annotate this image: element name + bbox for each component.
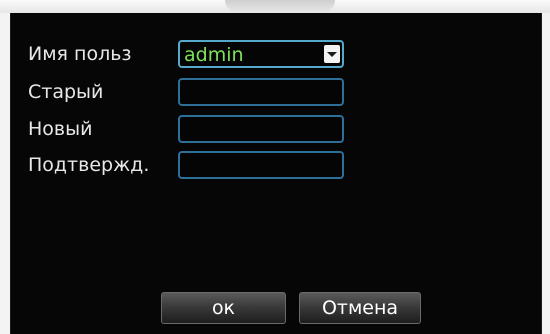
confirm-password-label: Подтвержд. [28,154,150,176]
dropdown-button[interactable] [324,45,340,63]
old-password-row: Старый [11,78,541,112]
old-password-input[interactable] [178,78,344,106]
change-password-dialog: Имя польз admin Старый Новый Подтвержд. … [10,13,542,334]
title-strip [0,0,550,13]
username-label: Имя польз [28,43,132,65]
title-tab-shade [225,0,335,13]
confirm-password-input[interactable] [178,151,344,179]
cancel-button[interactable]: Отмена [299,292,421,324]
confirm-password-row: Подтвержд. [11,151,541,185]
chevron-down-icon [327,52,337,57]
username-selected-value: admin [184,44,244,66]
new-password-label: Новый [28,118,93,140]
ok-button[interactable]: ок [161,292,286,324]
username-select[interactable]: admin [178,40,344,68]
new-password-input[interactable] [178,115,344,143]
new-password-row: Новый [11,115,541,149]
username-row: Имя польз admin [11,40,541,74]
old-password-label: Старый [28,81,104,103]
